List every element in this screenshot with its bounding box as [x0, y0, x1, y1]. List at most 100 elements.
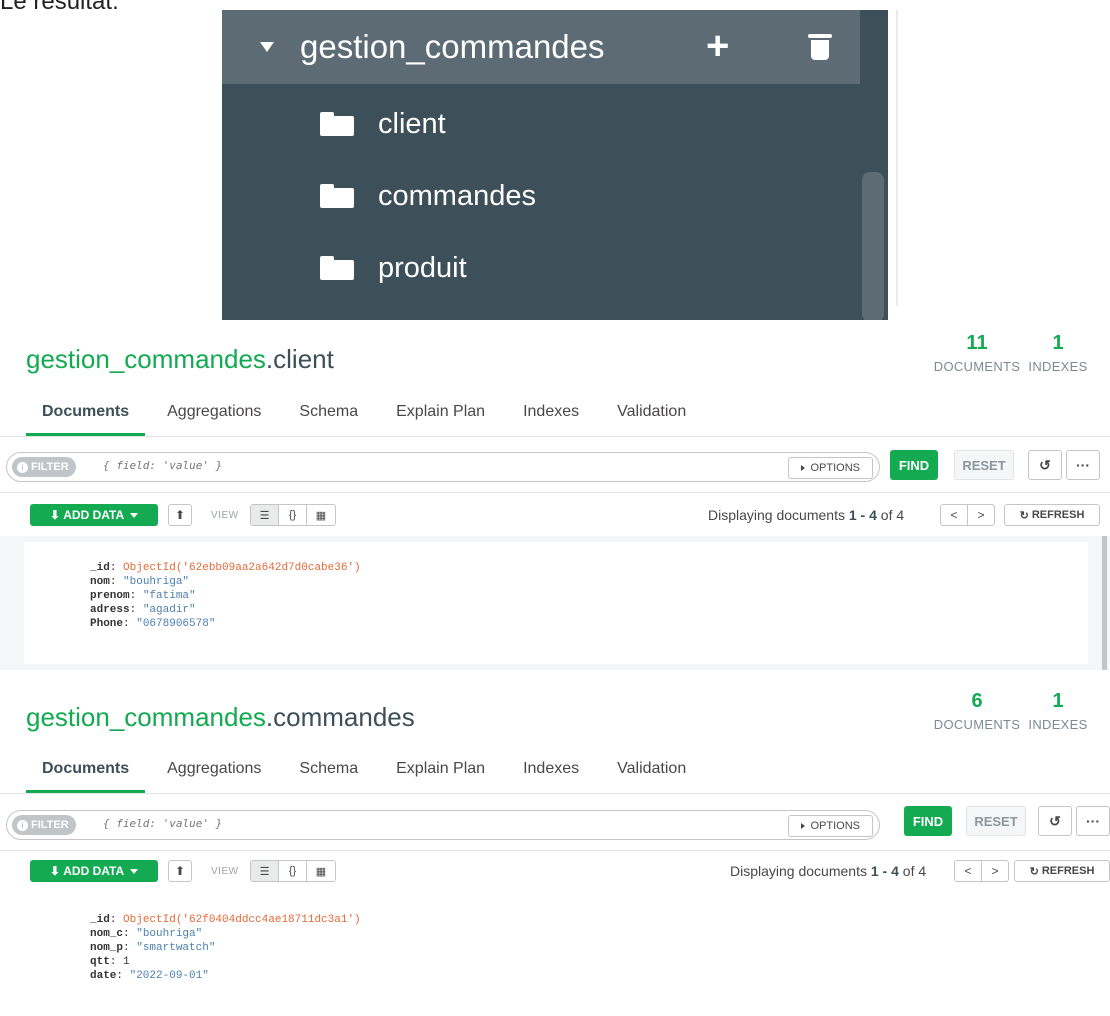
more-options-icon[interactable]: ··· [1066, 450, 1100, 480]
json-view-icon[interactable]: {} [279, 505, 307, 525]
next-page-icon[interactable]: > [981, 860, 1009, 882]
document-field: _id: ObjectId('62f0404ddcc4ae18711dc3a1'… [90, 914, 361, 926]
field-value: "2022-09-01" [129, 970, 209, 982]
download-icon: ⬇ [49, 508, 64, 522]
options-button[interactable]: OPTIONS [788, 457, 873, 479]
list-view-icon[interactable]: ☰ [251, 861, 279, 881]
range-sep: - [882, 863, 888, 879]
sidebar-item-produit[interactable]: produit [320, 248, 467, 288]
export-icon[interactable]: ⬆ [168, 860, 192, 882]
tab-explain-plan[interactable]: Explain Plan [396, 403, 485, 421]
range-end: 4 [891, 863, 899, 879]
divider [0, 436, 1110, 437]
range-end: 4 [869, 507, 877, 523]
document-card[interactable]: _id: ObjectId('62f0404ddcc4ae18711dc3a1'… [24, 892, 1088, 1016]
document-field: prenom: "fatima" [90, 590, 196, 602]
tab-aggregations[interactable]: Aggregations [167, 403, 261, 421]
indexes-label: INDEXES [1028, 359, 1088, 374]
add-data-button[interactable]: ⬇ ADD DATA [30, 504, 158, 526]
namespace-db[interactable]: gestion_commandes [26, 702, 266, 732]
tab-aggregations[interactable]: Aggregations [167, 760, 261, 778]
documents-stat: 11 DOCUMENTS [922, 332, 1032, 374]
sidebar-database-row[interactable]: gestion_commandes + [222, 10, 860, 84]
page-title: gestion_commandes.client [26, 344, 334, 375]
filter-input[interactable] [103, 817, 603, 830]
document-field: qtt: 1 [90, 956, 130, 968]
table-view-icon[interactable]: ▦ [307, 505, 335, 525]
folder-icon [320, 184, 354, 208]
tab-bar: Documents Aggregations Schema Explain Pl… [25, 760, 724, 794]
tab-documents[interactable]: Documents [25, 760, 146, 794]
sidebar-item-commandes[interactable]: commandes [320, 176, 536, 216]
collection-panel-commandes: gestion_commandes.commandes 6 DOCUMENTS … [0, 678, 1110, 1016]
export-icon[interactable]: ⬆ [168, 504, 192, 526]
refresh-button[interactable]: ↻ REFRESH [1014, 860, 1110, 882]
of-text: of [902, 863, 915, 879]
history-icon[interactable]: ↺ [1028, 450, 1062, 480]
field-key: qtt [90, 956, 110, 968]
more-options-icon[interactable]: ··· [1076, 806, 1110, 836]
sidebar-item-client[interactable]: client [320, 104, 446, 144]
total-count: 4 [896, 507, 905, 523]
caret-down-icon[interactable] [260, 42, 274, 52]
reset-button[interactable]: RESET [966, 806, 1026, 836]
document-card[interactable]: _id: ObjectId('62ebb09aa2a642d7d0cabe36'… [24, 542, 1088, 664]
plus-icon[interactable]: + [706, 26, 729, 66]
refresh-button[interactable]: ↻ REFRESH [1004, 504, 1100, 526]
document-field: nom_p: "smartwatch" [90, 942, 216, 954]
of-text: of [880, 507, 893, 523]
field-value: "bouhriga" [136, 928, 203, 940]
tab-documents[interactable]: Documents [25, 403, 146, 437]
document-scrollbar[interactable] [1102, 536, 1107, 670]
triangle-right-icon [801, 823, 806, 829]
sidebar-scrollbar[interactable] [862, 172, 884, 320]
history-icon[interactable]: ↺ [1038, 806, 1072, 836]
caret-down-icon [130, 512, 139, 518]
filter-input[interactable] [103, 459, 603, 472]
field-value: "bouhriga" [123, 576, 190, 588]
tab-validation[interactable]: Validation [617, 403, 686, 421]
reset-button[interactable]: RESET [954, 450, 1014, 480]
find-button[interactable]: FIND [904, 806, 952, 836]
documents-count: 11 [966, 332, 988, 354]
document-field: _id: ObjectId('62ebb09aa2a642d7d0cabe36'… [90, 562, 361, 574]
add-data-button[interactable]: ⬇ ADD DATA [30, 860, 158, 882]
download-icon: ⬇ [49, 864, 64, 878]
sidebar-item-label: client [378, 107, 446, 140]
tab-validation[interactable]: Validation [617, 760, 686, 778]
folder-icon [320, 256, 354, 280]
options-button[interactable]: OPTIONS [788, 815, 873, 837]
displaying-text: Displaying documents [708, 507, 845, 523]
page-caption: Le résultat: [0, 0, 119, 15]
document-field: nom: "bouhriga" [90, 576, 190, 588]
field-key: nom [90, 576, 110, 588]
tab-indexes[interactable]: Indexes [523, 760, 579, 778]
refresh-label: REFRESH [1041, 865, 1095, 877]
collection-panel-client: gestion_commandes.client 11 DOCUMENTS 1 … [0, 320, 1110, 670]
sidebar-database-name: gestion_commandes [300, 28, 605, 65]
range-sep: - [860, 507, 866, 523]
tab-indexes[interactable]: Indexes [523, 403, 579, 421]
filter-label: FILTER [31, 461, 69, 473]
find-button[interactable]: FIND [890, 450, 938, 480]
namespace-db[interactable]: gestion_commandes [26, 344, 266, 374]
range-start: 1 [870, 863, 879, 879]
json-view-icon[interactable]: {} [279, 861, 307, 881]
add-data-label: ADD DATA [63, 864, 125, 878]
sidebar-item-label: commandes [378, 179, 536, 212]
refresh-icon: ↻ [1019, 509, 1032, 522]
caret-down-icon [130, 868, 139, 874]
prev-page-icon[interactable]: < [954, 860, 982, 882]
divider [0, 850, 1110, 851]
trash-icon[interactable] [808, 34, 832, 60]
prev-page-icon[interactable]: < [940, 504, 968, 526]
next-page-icon[interactable]: > [967, 504, 995, 526]
tab-schema[interactable]: Schema [299, 403, 358, 421]
list-view-icon[interactable]: ☰ [251, 505, 279, 525]
tab-explain-plan[interactable]: Explain Plan [396, 760, 485, 778]
displaying-text: Displaying documents [730, 863, 867, 879]
indexes-label: INDEXES [1028, 717, 1088, 732]
tab-schema[interactable]: Schema [299, 760, 358, 778]
document-field: nom_c: "bouhriga" [90, 928, 203, 940]
table-view-icon[interactable]: ▦ [307, 861, 335, 881]
